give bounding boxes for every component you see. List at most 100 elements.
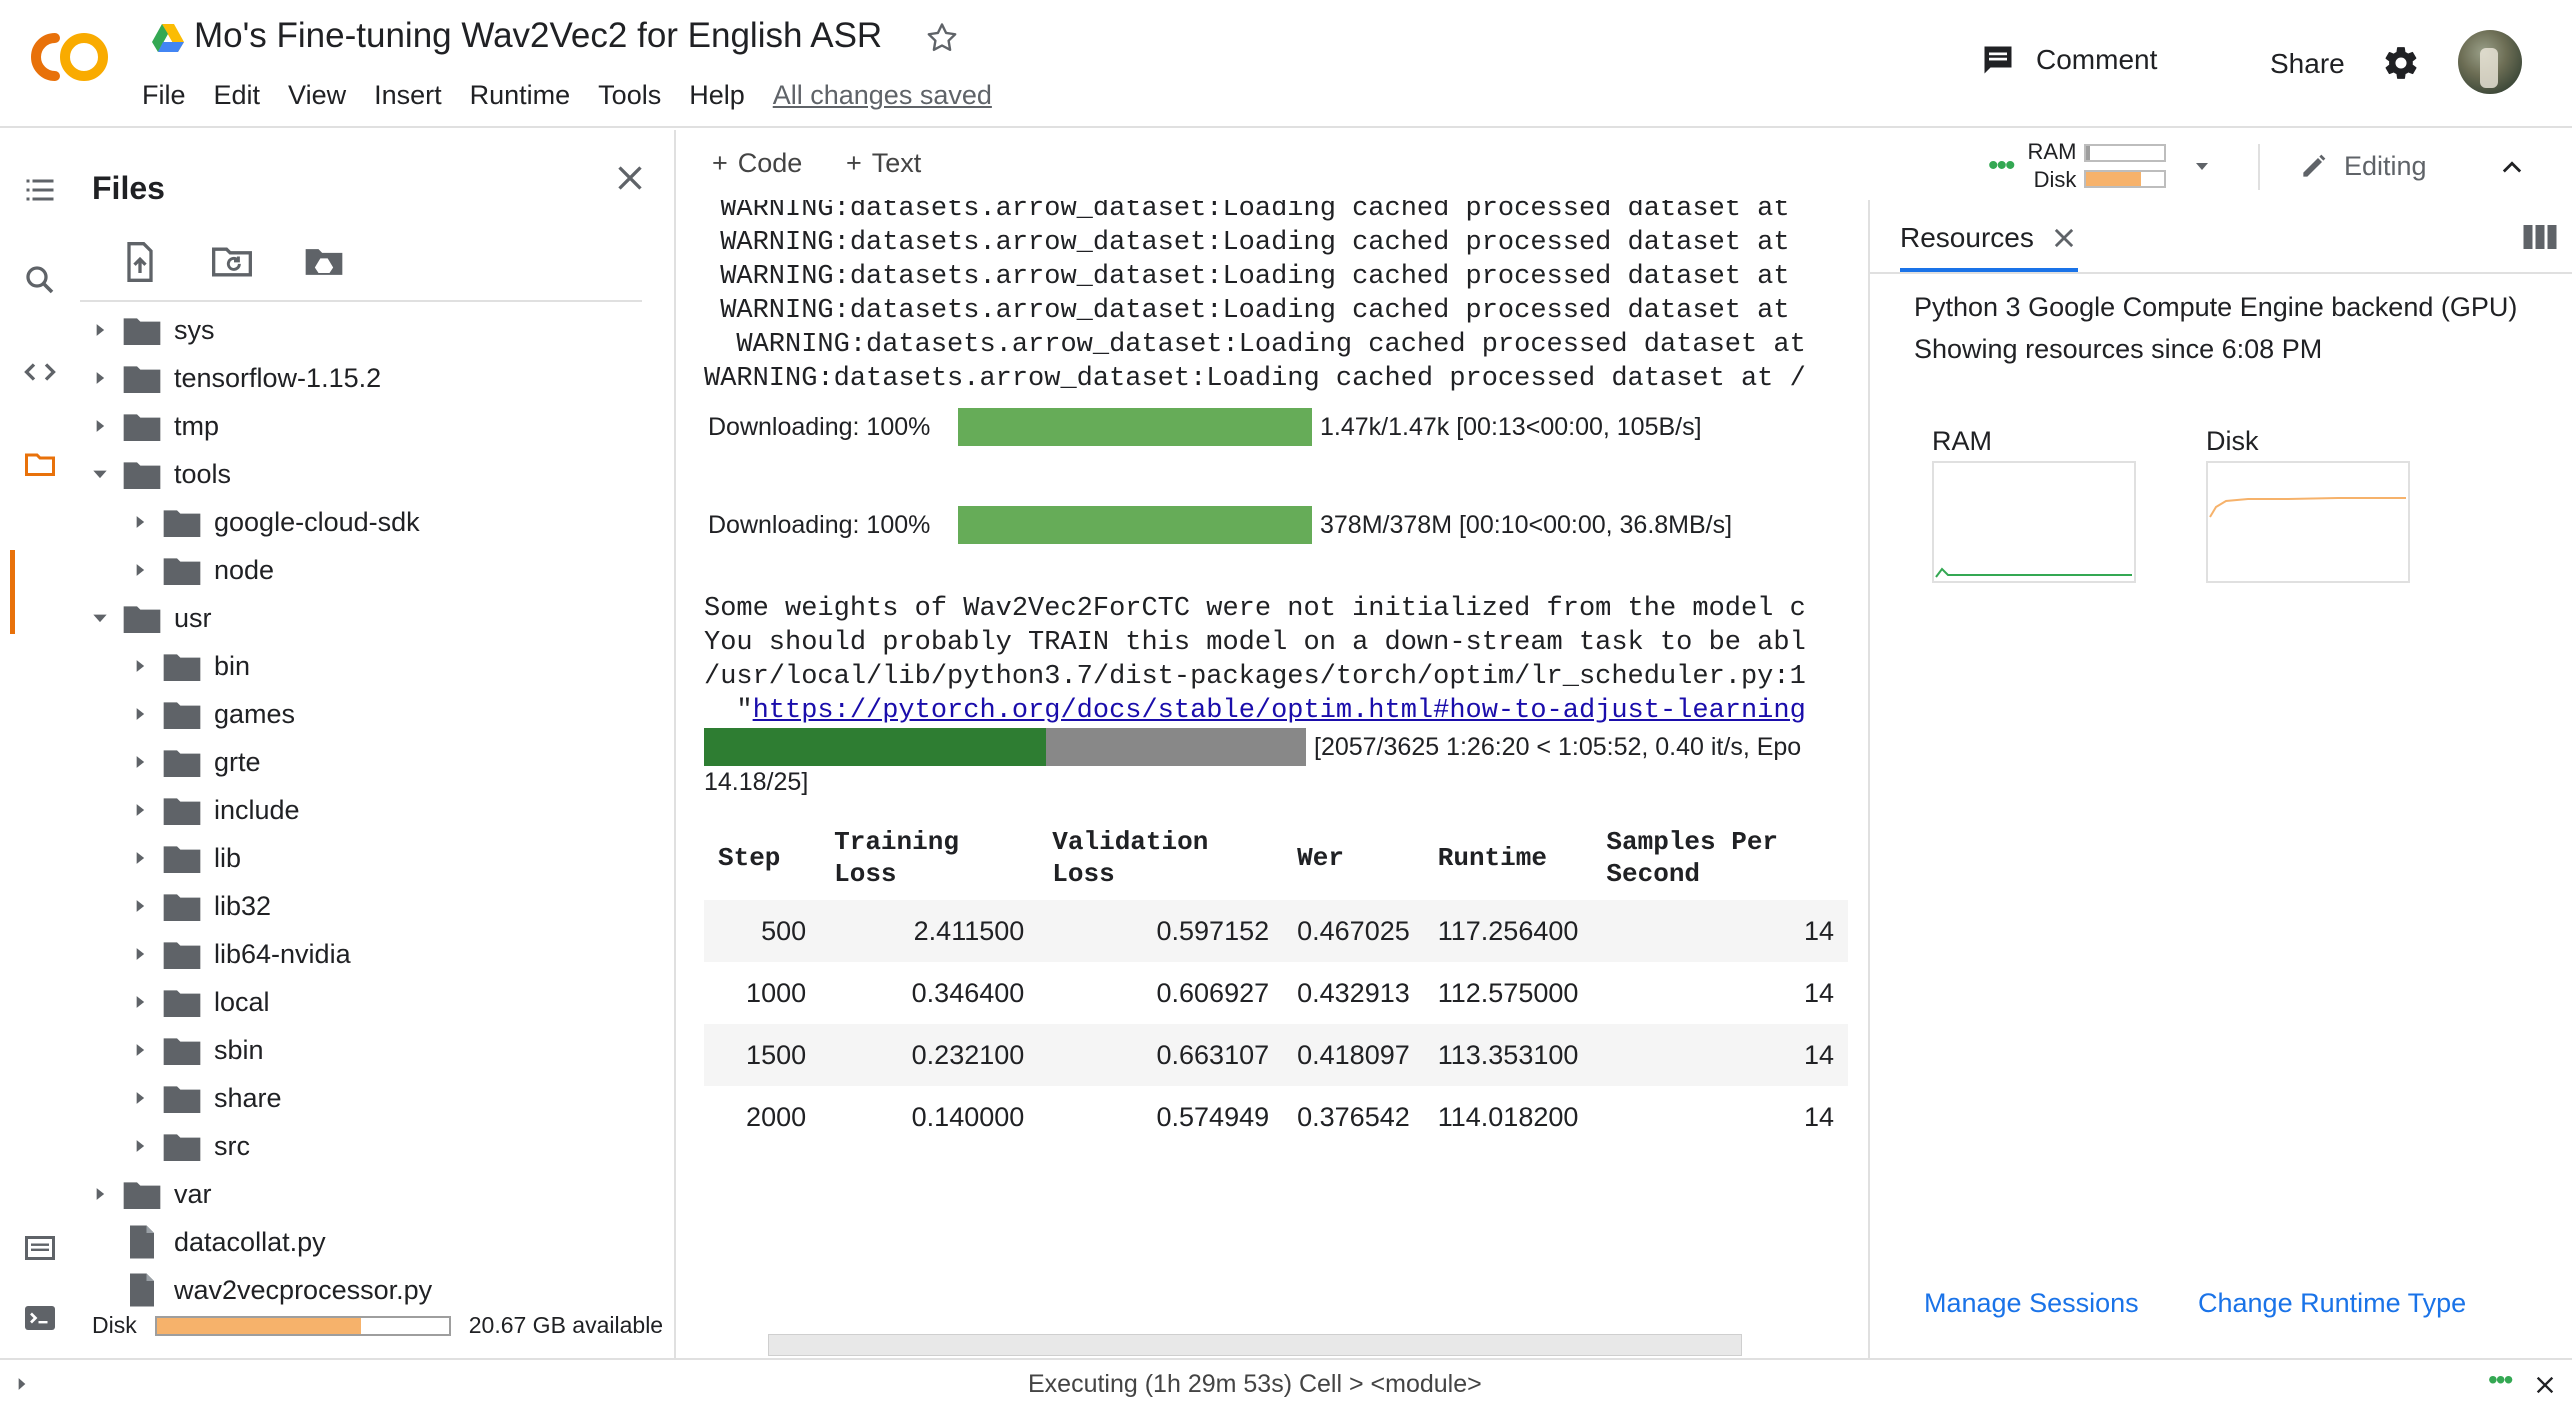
training-progress-fill — [704, 728, 1046, 766]
close-icon[interactable] — [612, 160, 648, 196]
save-status[interactable]: All changes saved — [773, 80, 992, 111]
file-item[interactable]: wav2vecprocessor.py — [80, 1266, 432, 1314]
horizontal-scrollbar[interactable] — [768, 1334, 1742, 1356]
table-cell: 0.232100 — [911, 1039, 1025, 1070]
folder-icon[interactable] — [22, 446, 58, 482]
caret-right-icon[interactable] — [80, 354, 120, 402]
folder-icon — [120, 313, 164, 347]
folder-item[interactable]: node — [120, 546, 274, 594]
menu-view[interactable]: View — [288, 80, 346, 111]
gear-icon[interactable] — [2382, 44, 2420, 82]
folder-icon — [160, 553, 204, 587]
command-palette-icon[interactable] — [22, 1230, 58, 1266]
execution-status-text[interactable]: Executing (1h 29m 53s) Cell > <module> — [1028, 1370, 1482, 1399]
folder-item[interactable]: lib — [120, 834, 241, 882]
change-runtime-type-link[interactable]: Change Runtime Type — [2198, 1288, 2466, 1319]
terminal-icon[interactable] — [22, 1300, 58, 1336]
folder-item[interactable]: bin — [120, 642, 250, 690]
menu-insert[interactable]: Insert — [374, 80, 442, 111]
code-snippets-icon[interactable] — [22, 354, 58, 390]
split-view-icon[interactable] — [2522, 222, 2558, 252]
caret-right-icon[interactable] — [80, 306, 120, 354]
tab-resources[interactable]: Resources — [1900, 222, 2078, 272]
caret-right-icon[interactable] — [120, 1026, 160, 1074]
warning-line: WARNING:datasets.arrow_dataset:Loading c… — [704, 228, 1790, 258]
refresh-folder-icon[interactable] — [210, 240, 254, 284]
add-code-button[interactable]: + Code — [712, 148, 802, 179]
mount-drive-icon[interactable] — [302, 240, 346, 284]
download-progress-bar — [958, 408, 1312, 446]
upload-file-icon[interactable] — [118, 240, 162, 284]
folder-item[interactable]: tmp — [80, 402, 219, 450]
search-icon[interactable] — [22, 262, 58, 298]
editing-mode-button[interactable]: Editing — [2298, 150, 2427, 182]
menu-runtime[interactable]: Runtime — [470, 80, 571, 111]
colab-logo-icon[interactable] — [28, 30, 112, 84]
folder-item[interactable]: share — [120, 1074, 282, 1122]
ram-usage-chart: RAM — [1932, 426, 2136, 583]
pytorch-docs-link[interactable]: https://pytorch.org/docs/stable/optim.ht… — [753, 696, 1806, 726]
folder-item[interactable]: local — [120, 978, 270, 1026]
caret-right-icon[interactable] — [120, 546, 160, 594]
training-epoch-text: 14.18/25] — [704, 768, 809, 796]
close-icon[interactable] — [2050, 224, 2078, 252]
chevron-up-icon[interactable] — [2498, 154, 2526, 182]
caret-right-icon[interactable] — [120, 786, 160, 834]
caret-right-icon[interactable] — [80, 402, 120, 450]
folder-item[interactable]: sys — [80, 306, 215, 354]
runtime-backend-text: Python 3 Google Compute Engine backend (… — [1914, 292, 2518, 322]
menu-file[interactable]: File — [142, 80, 186, 111]
folder-item[interactable]: src — [120, 1122, 250, 1170]
caret-right-icon[interactable] — [120, 978, 160, 1026]
folder-item[interactable]: tools — [80, 450, 231, 498]
caret-right-icon[interactable] — [80, 1170, 120, 1218]
manage-sessions-link[interactable]: Manage Sessions — [1924, 1288, 2139, 1319]
folder-item[interactable]: sbin — [120, 1026, 264, 1074]
folder-item[interactable]: lib32 — [120, 882, 271, 930]
chevron-right-icon[interactable] — [12, 1374, 32, 1394]
caret-right-icon[interactable] — [120, 1122, 160, 1170]
caret-right-icon[interactable] — [120, 882, 160, 930]
ram-disk-indicator[interactable]: ••• RAM Disk — [1988, 138, 2214, 194]
status-menu-icon[interactable]: ••• — [2488, 1364, 2513, 1396]
caret-right-icon[interactable] — [120, 690, 160, 738]
folder-item[interactable]: var — [80, 1170, 212, 1218]
folder-item[interactable]: lib64-nvidia — [120, 930, 351, 978]
folder-item[interactable]: games — [120, 690, 295, 738]
divider — [1870, 272, 2572, 274]
caret-right-icon[interactable] — [120, 834, 160, 882]
caret-right-icon[interactable] — [120, 498, 160, 546]
disk-usage-bar — [154, 1315, 451, 1336]
divider — [2258, 144, 2260, 190]
close-icon[interactable] — [2534, 1374, 2556, 1396]
caret-down-icon[interactable] — [80, 450, 120, 498]
google-drive-icon[interactable] — [150, 22, 186, 54]
share-button[interactable]: Share — [2270, 48, 2345, 80]
table-of-contents-icon[interactable] — [22, 172, 58, 208]
star-icon[interactable] — [924, 20, 960, 56]
avatar[interactable] — [2458, 30, 2522, 94]
caret-right-icon[interactable] — [120, 930, 160, 978]
caret-right-icon[interactable] — [120, 738, 160, 786]
caret-down-icon[interactable] — [80, 594, 120, 642]
folder-item[interactable]: usr — [80, 594, 212, 642]
folder-item[interactable]: tensorflow-1.15.2 — [80, 354, 381, 402]
chevron-down-icon[interactable] — [2190, 154, 2214, 178]
tree-item-label: share — [214, 1082, 282, 1113]
caret-right-icon[interactable] — [120, 1074, 160, 1122]
menu-edit[interactable]: Edit — [214, 80, 261, 111]
tree-item-label: grte — [214, 746, 261, 777]
warning-line: WARNING:datasets.arrow_dataset:Loading c… — [704, 262, 1790, 292]
notebook-toolbar: + Code + Text ••• RAM Disk Editing — [678, 130, 2572, 202]
add-text-button[interactable]: + Text — [846, 148, 921, 179]
folder-item[interactable]: grte — [120, 738, 261, 786]
comment-button[interactable]: Comment — [1980, 42, 2157, 78]
menu-help[interactable]: Help — [689, 80, 745, 111]
folder-item[interactable]: google-cloud-sdk — [120, 498, 420, 546]
menu-tools[interactable]: Tools — [598, 80, 661, 111]
caret-right-icon[interactable] — [120, 642, 160, 690]
notebook-title[interactable]: Mo's Fine-tuning Wav2Vec2 for English AS… — [194, 16, 882, 56]
file-item[interactable]: datacollat.py — [80, 1218, 326, 1266]
folder-item[interactable]: include — [120, 786, 300, 834]
folder-icon — [160, 745, 204, 779]
